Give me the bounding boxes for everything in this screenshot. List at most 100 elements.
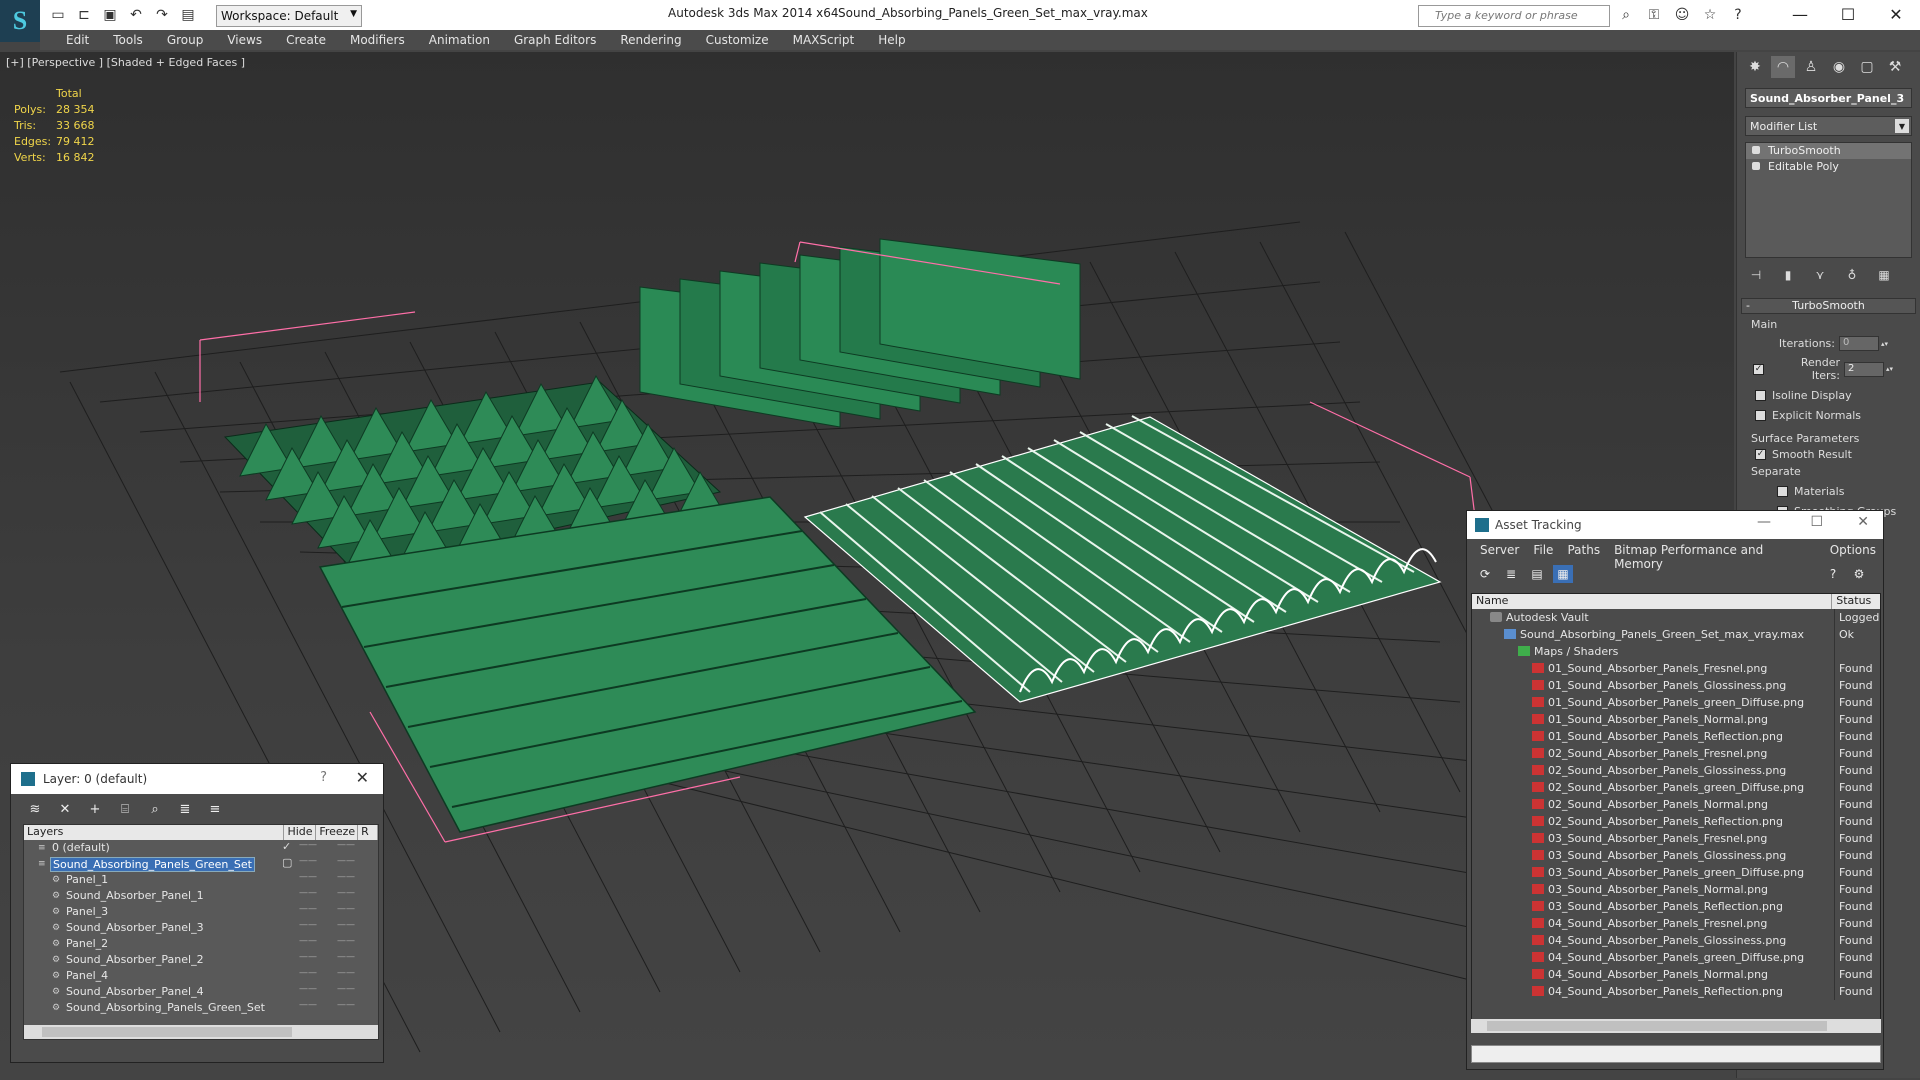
motion-tab-icon[interactable]: ◉ xyxy=(1827,56,1851,78)
hide-toggle[interactable]: —— xyxy=(299,1000,317,1010)
freeze-toggle[interactable]: —— xyxy=(337,904,355,914)
menu-item-tools[interactable]: Tools xyxy=(101,30,155,50)
menu-item-edit[interactable]: Edit xyxy=(54,30,101,50)
column-header-layers[interactable]: Layers xyxy=(24,825,285,840)
menu-item-help[interactable]: Help xyxy=(866,30,917,50)
asset-row[interactable]: 01_Sound_Absorber_Panels_Normal.png Found xyxy=(1472,711,1880,728)
key-icon[interactable]: ⚿ xyxy=(1644,5,1664,25)
project-folder-icon[interactable]: ▤ xyxy=(178,5,198,25)
stack-item-turbosmooth[interactable]: TurboSmooth xyxy=(1746,143,1911,159)
utilities-tab-icon[interactable]: ⚒ xyxy=(1883,56,1907,78)
menu-item-views[interactable]: Views xyxy=(215,30,274,50)
freeze-toggle[interactable]: —— xyxy=(337,840,355,850)
help-icon[interactable]: ? xyxy=(1728,5,1748,25)
display-tab-icon[interactable]: ▢ xyxy=(1855,56,1879,78)
binoculars-icon[interactable]: ⌕ xyxy=(1616,5,1636,25)
layer-row[interactable]: ⚙ Sound_Absorbing_Panels_Green_Set —— —— xyxy=(24,1000,378,1016)
asset-row[interactable]: 01_Sound_Absorber_Panels_green_Diffuse.p… xyxy=(1472,694,1880,711)
layer-row[interactable]: ⚙ Panel_3 —— —— xyxy=(24,904,378,920)
help-icon[interactable]: ? xyxy=(320,770,327,785)
make-unique-icon[interactable]: ⋎ xyxy=(1811,266,1829,284)
layer-row[interactable]: ⚙ Sound_Absorber_Panel_2 —— —— xyxy=(24,952,378,968)
menu-item-group[interactable]: Group xyxy=(155,30,216,50)
create-tab-icon[interactable]: ✸ xyxy=(1743,56,1767,78)
expand-icon[interactable] xyxy=(1752,162,1760,170)
rollout-header[interactable]: - TurboSmooth xyxy=(1741,298,1916,314)
pin-stack-icon[interactable]: ⊣ xyxy=(1747,266,1765,284)
hide-toggle[interactable]: —— xyxy=(299,888,317,898)
remove-modifier-icon[interactable]: ♁ xyxy=(1843,266,1861,284)
asset-row[interactable]: Maps / Shaders xyxy=(1472,643,1880,660)
modify-tab-icon[interactable]: ◠ xyxy=(1771,56,1795,78)
freeze-toggle[interactable]: —— xyxy=(337,872,355,882)
freeze-toggle[interactable]: —— xyxy=(337,968,355,978)
show-end-result-icon[interactable]: ▮ xyxy=(1779,266,1797,284)
stack-item-editable-poly[interactable]: Editable Poly xyxy=(1746,159,1911,175)
list-view-icon[interactable]: ≣ xyxy=(1501,565,1521,583)
asset-row[interactable]: 04_Sound_Absorber_Panels_Normal.png Found xyxy=(1472,966,1880,983)
asset-row[interactable]: 03_Sound_Absorber_Panels_Normal.png Found xyxy=(1472,881,1880,898)
asset-row[interactable]: 03_Sound_Absorber_Panels_green_Diffuse.p… xyxy=(1472,864,1880,881)
freeze-toggle[interactable]: —— xyxy=(337,936,355,946)
close-icon[interactable]: ✕ xyxy=(356,768,369,787)
freeze-all-layers-icon[interactable]: ≡ xyxy=(205,800,225,818)
asset-row[interactable]: 03_Sound_Absorber_Panels_Reflection.png F… xyxy=(1472,898,1880,915)
scrollbar-thumb[interactable] xyxy=(1487,1021,1827,1031)
maximize-icon[interactable]: ☐ xyxy=(1810,514,1823,530)
star-icon[interactable]: ☆ xyxy=(1700,5,1720,25)
explicit-normals-checkbox[interactable]: Explicit Normals xyxy=(1755,409,1916,422)
asset-menu-item-server[interactable]: Server xyxy=(1473,543,1526,561)
asset-row[interactable]: 04_Sound_Absorber_Panels_green_Diffuse.p… xyxy=(1472,949,1880,966)
hide-toggle[interactable]: —— xyxy=(299,984,317,994)
lightbulb-icon[interactable] xyxy=(1752,146,1760,154)
asset-row[interactable]: 03_Sound_Absorber_Panels_Fresnel.png Foun… xyxy=(1472,830,1880,847)
asset-row[interactable]: 04_Sound_Absorber_Panels_Fresnel.png Foun… xyxy=(1472,915,1880,932)
freeze-toggle[interactable]: —— xyxy=(337,984,355,994)
menu-item-maxscript[interactable]: MAXScript xyxy=(781,30,867,50)
asset-row[interactable]: 02_Sound_Absorber_Panels_green_Diffuse.p… xyxy=(1472,779,1880,796)
hide-toggle[interactable]: —— xyxy=(299,904,317,914)
tree-view-icon[interactable]: ▤ xyxy=(1527,565,1547,583)
layer-row[interactable]: ⚙ Sound_Absorber_Panel_3 —— —— xyxy=(24,920,378,936)
hide-toggle[interactable]: —— xyxy=(299,840,317,850)
hide-toggle[interactable]: —— xyxy=(299,968,317,978)
asset-path-field[interactable] xyxy=(1471,1045,1881,1063)
layer-row[interactable]: ⚙ Sound_Absorber_Panel_1 —— —— xyxy=(24,888,378,904)
spinner-arrows-icon[interactable]: ▴▾ xyxy=(1886,365,1894,373)
menu-item-modifiers[interactable]: Modifiers xyxy=(338,30,417,50)
app-logo[interactable]: S xyxy=(0,0,40,42)
menu-item-graph-editors[interactable]: Graph Editors xyxy=(502,30,608,50)
asset-menu-item-options[interactable]: Options xyxy=(1823,543,1883,561)
close-icon[interactable]: ✕ xyxy=(1857,514,1869,530)
column-header-freeze[interactable]: Freeze xyxy=(316,825,359,840)
layer-row[interactable]: ⚙ Panel_1 —— —— xyxy=(24,872,378,888)
object-name-field[interactable]: Sound_Absorber_Panel_3 xyxy=(1745,88,1912,108)
asset-row[interactable]: 01_Sound_Absorber_Panels_Glossiness.png F… xyxy=(1472,677,1880,694)
smooth-result-checkbox[interactable]: ✓ Smooth Result xyxy=(1755,448,1916,461)
refresh-icon[interactable]: ⟳ xyxy=(1475,565,1495,583)
spinner-arrows-icon[interactable]: ▴▾ xyxy=(1881,340,1889,348)
new-file-icon[interactable]: ▭ xyxy=(48,5,68,25)
hierarchy-tab-icon[interactable]: ♙ xyxy=(1799,56,1823,78)
freeze-toggle[interactable]: —— xyxy=(337,952,355,962)
freeze-toggle[interactable]: —— xyxy=(337,1000,355,1010)
help-icon[interactable]: ? xyxy=(1823,565,1843,583)
column-header-hide[interactable]: Hide xyxy=(284,825,317,840)
delete-layer-icon[interactable]: ✕ xyxy=(55,800,75,818)
hide-toggle[interactable]: —— xyxy=(299,952,317,962)
asset-row[interactable]: 02_Sound_Absorber_Panels_Normal.png Found xyxy=(1472,796,1880,813)
undo-icon[interactable]: ↶ xyxy=(126,5,146,25)
column-header-status[interactable]: Status xyxy=(1832,594,1880,609)
asset-row[interactable]: 02_Sound_Absorber_Panels_Fresnel.png Foun… xyxy=(1472,745,1880,762)
menu-item-rendering[interactable]: Rendering xyxy=(608,30,693,50)
layer-row[interactable]: ⚙ Panel_4 —— —— xyxy=(24,968,378,984)
asset-row[interactable]: 04_Sound_Absorber_Panels_Glossiness.png F… xyxy=(1472,932,1880,949)
asset-menu-item-file[interactable]: File xyxy=(1526,543,1560,561)
asset-row[interactable]: 02_Sound_Absorber_Panels_Reflection.png F… xyxy=(1472,813,1880,830)
hide-toggle[interactable]: —— xyxy=(299,872,317,882)
asset-row[interactable]: 04_Sound_Absorber_Panels_Reflection.png F… xyxy=(1472,983,1880,1000)
horizontal-scrollbar[interactable] xyxy=(24,1025,378,1039)
context-help-icon[interactable]: ⚙ xyxy=(1849,565,1869,583)
menu-item-animation[interactable]: Animation xyxy=(417,30,502,50)
layer-row[interactable]: ≡ Sound_Absorbing_Panels_Green_Set —— —— ▢ xyxy=(24,856,378,872)
